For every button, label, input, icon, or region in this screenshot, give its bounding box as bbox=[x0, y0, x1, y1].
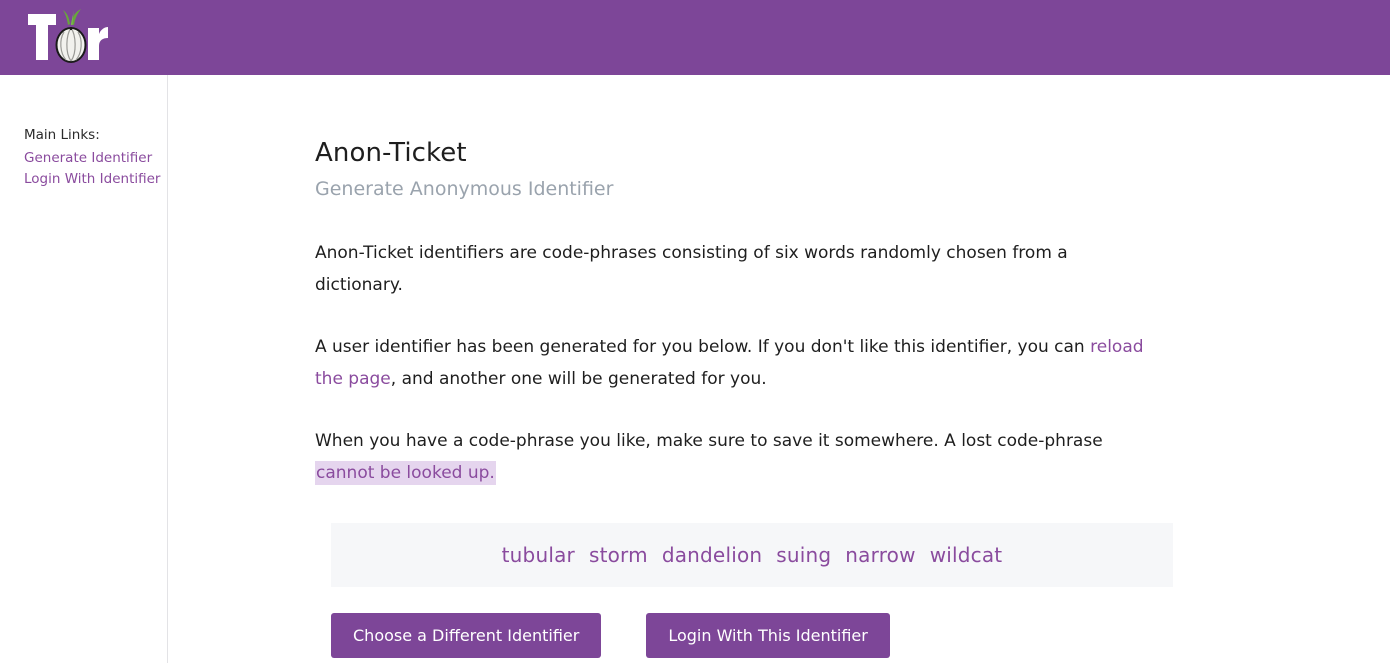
sidebar-item-generate-identifier[interactable]: Generate Identifier bbox=[24, 148, 167, 169]
code-phrase-word: suing bbox=[776, 543, 832, 567]
code-phrase-word: tubular bbox=[501, 543, 575, 567]
intro-paragraph: Anon-Ticket identifiers are code-phrases… bbox=[315, 243, 1068, 295]
code-phrase-word: dandelion bbox=[661, 543, 763, 567]
sidebar: Main Links: Generate Identifier Login Wi… bbox=[0, 75, 168, 663]
paragraph-text-before-link: A user identifier has been generated for… bbox=[315, 337, 1091, 357]
paragraph-text-after-link: , and another one will be generated for … bbox=[390, 369, 767, 389]
login-with-this-identifier-button[interactable]: Login With This Identifier bbox=[646, 613, 890, 658]
warning-text-lead: When you have a code-phrase you like, ma… bbox=[315, 431, 1103, 451]
code-phrase: tubular storm dandelion suing narrow wildcat bbox=[495, 543, 1010, 567]
sidebar-item-login-with-identifier[interactable]: Login With Identifier bbox=[24, 169, 167, 190]
generated-identifier-paragraph: A user identifier has been generated for… bbox=[315, 331, 1155, 395]
site-header bbox=[0, 0, 1390, 75]
main-content: Anon-Ticket Generate Anonymous Identifie… bbox=[169, 75, 1390, 663]
save-warning-paragraph: When you have a code-phrase you like, ma… bbox=[315, 425, 1155, 489]
cannot-be-looked-up-highlight: cannot be looked up. bbox=[315, 461, 496, 485]
action-button-row: Choose a Different Identifier Login With… bbox=[331, 613, 1390, 658]
code-phrase-box: tubular storm dandelion suing narrow wildcat bbox=[331, 523, 1173, 587]
code-phrase-word: narrow bbox=[845, 543, 916, 567]
sidebar-heading: Main Links: bbox=[24, 127, 100, 143]
page-subtitle: Generate Anonymous Identifier bbox=[315, 178, 614, 200]
page-title: Anon-Ticket bbox=[315, 138, 467, 168]
code-phrase-word: storm bbox=[588, 543, 648, 567]
tor-onion-logo[interactable] bbox=[26, 8, 108, 68]
code-phrase-word: wildcat bbox=[929, 543, 1003, 567]
choose-different-identifier-button[interactable]: Choose a Different Identifier bbox=[331, 613, 602, 658]
